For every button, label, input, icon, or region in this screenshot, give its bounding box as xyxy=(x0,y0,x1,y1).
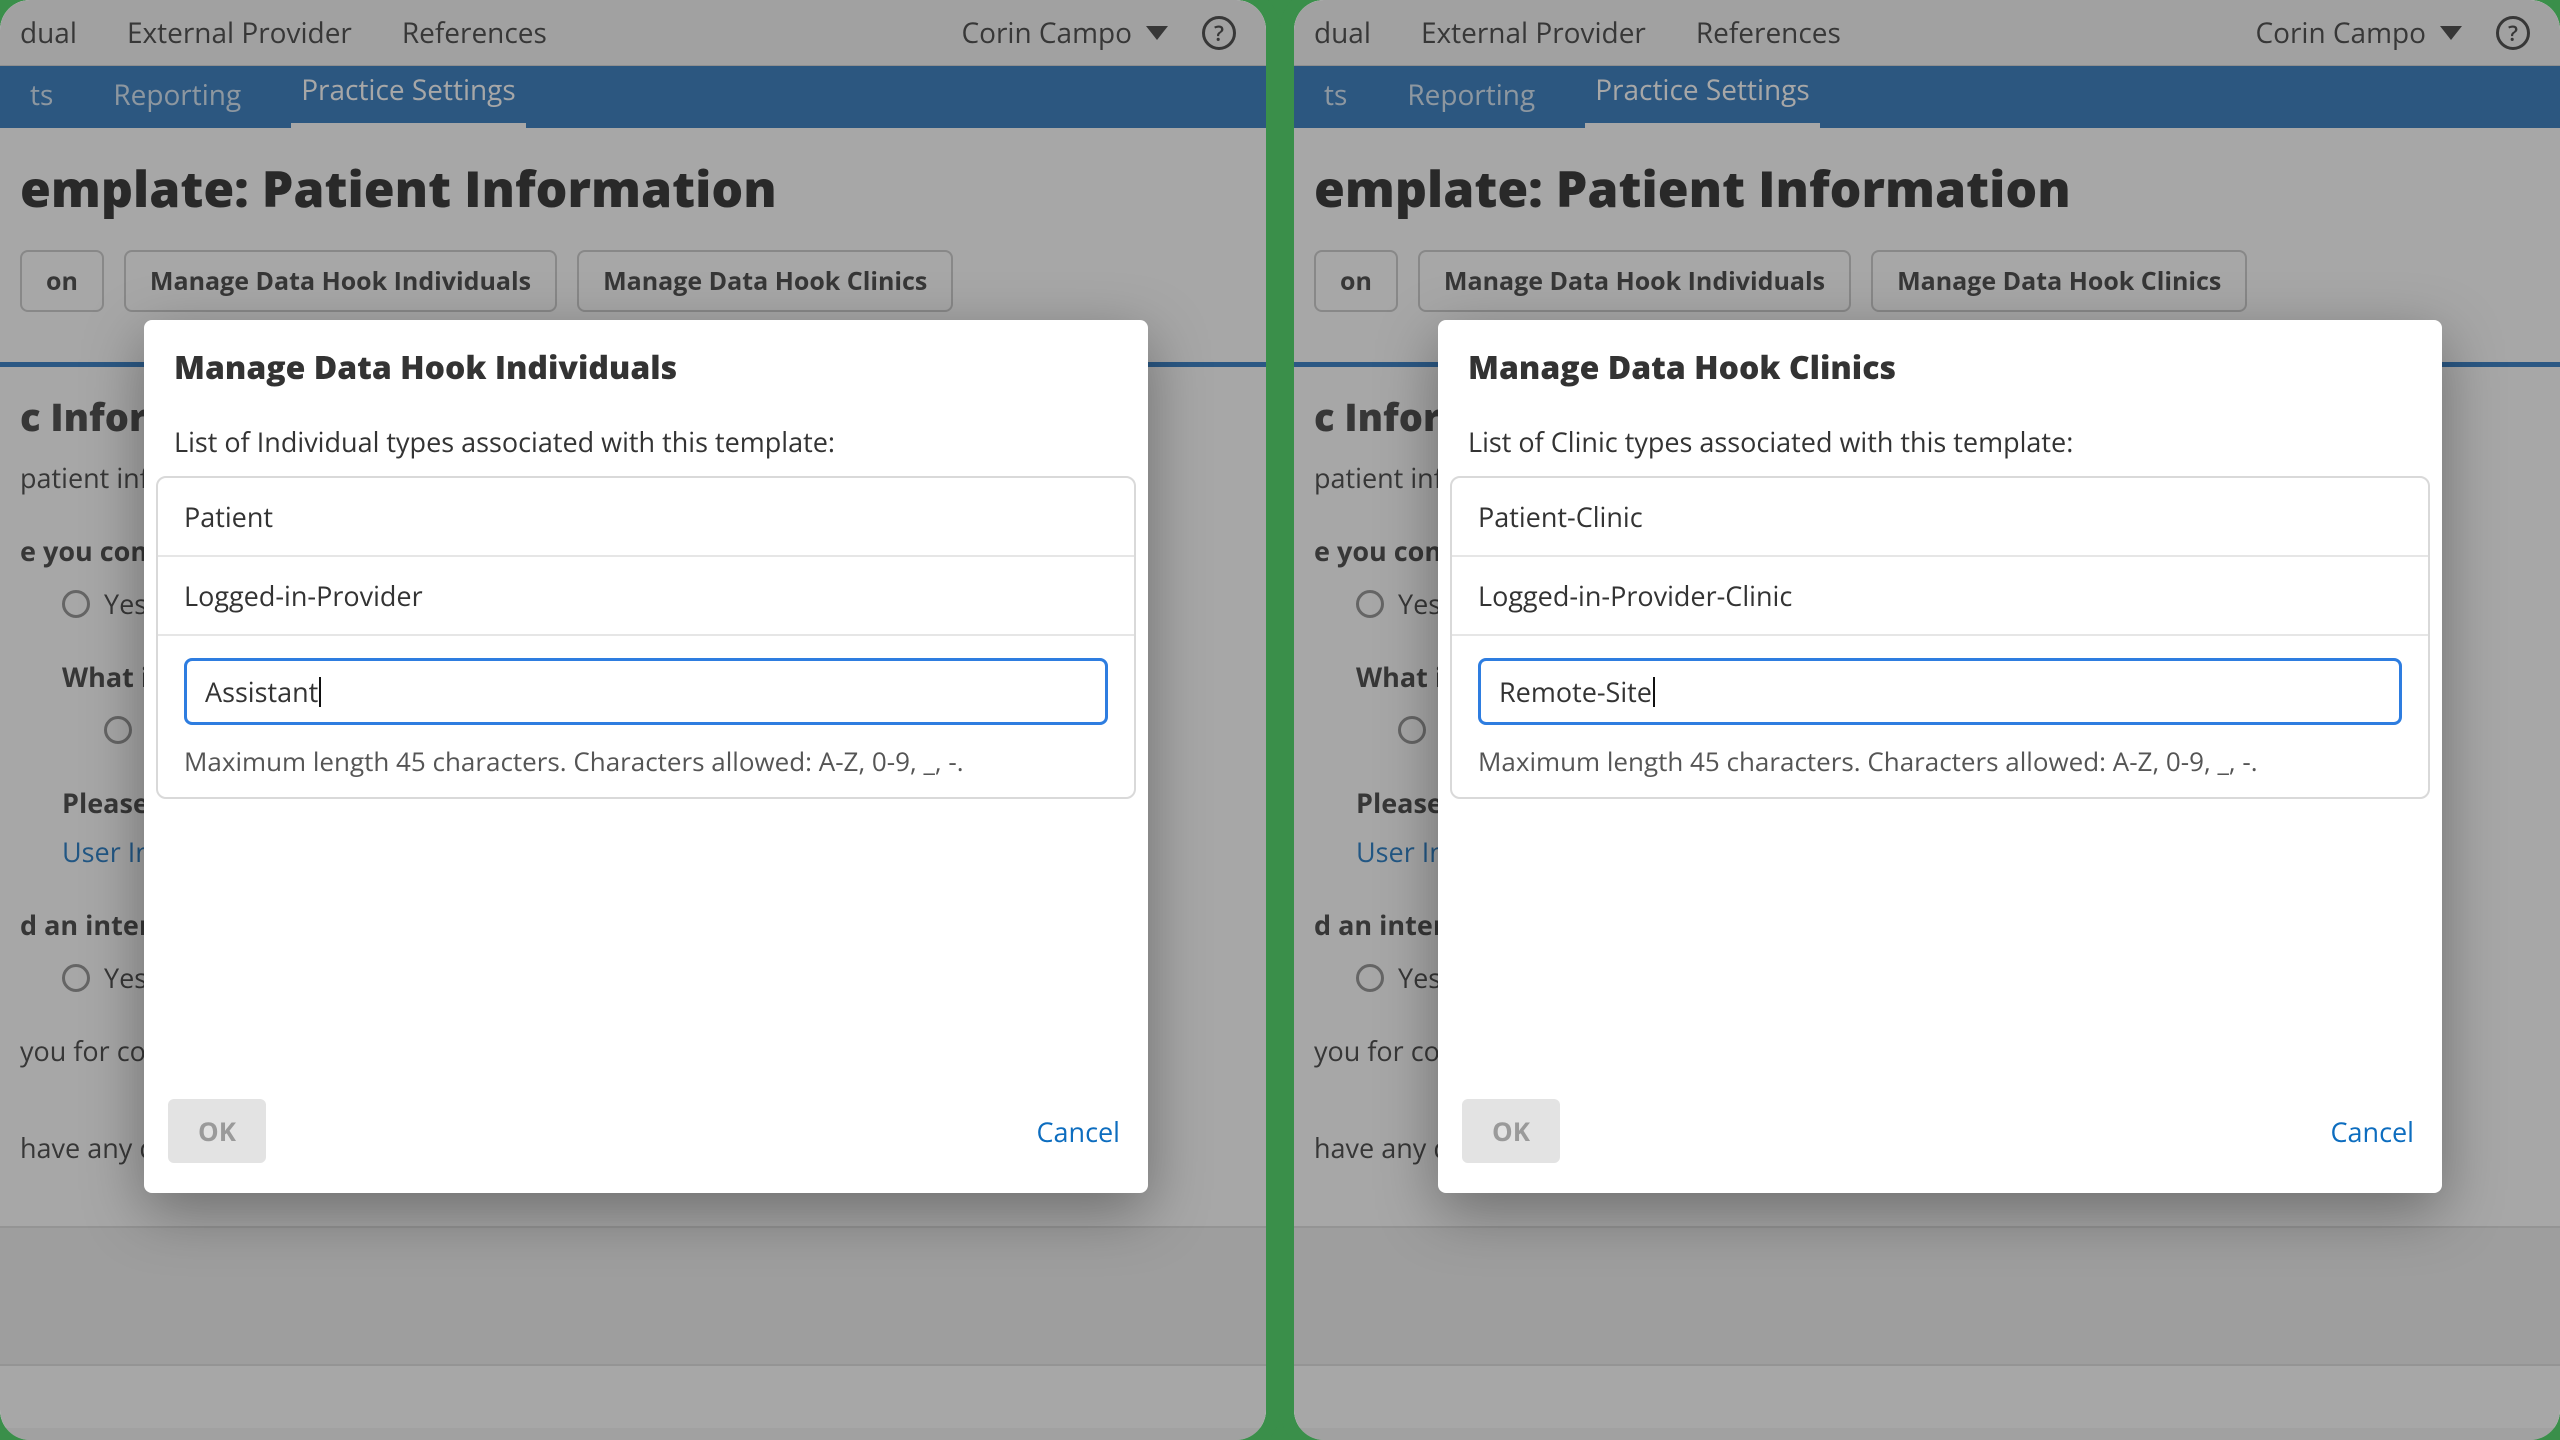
help-icon[interactable]: ? xyxy=(2496,16,2530,50)
chip-row: on Manage Data Hook Individuals Manage D… xyxy=(20,250,1226,312)
topbar-tab[interactable]: dual xyxy=(1314,14,1371,52)
input-value: Remote-Site xyxy=(1499,673,1652,710)
text-caret-icon xyxy=(319,677,321,707)
input-helper: Maximum length 45 characters. Characters… xyxy=(1452,743,2428,797)
caret-down-icon xyxy=(1146,26,1168,40)
topbar-tabs: dual External Provider References xyxy=(20,14,961,52)
user-menu[interactable]: Corin Campo xyxy=(2255,14,2462,52)
radio-option[interactable]: Yes xyxy=(1356,959,1441,996)
caret-down-icon xyxy=(2440,26,2462,40)
input-row: Assistant xyxy=(158,636,1134,743)
footer-strip xyxy=(0,1226,1266,1366)
chip-button[interactable]: Manage Data Hook Individuals xyxy=(124,250,557,312)
type-list: Patient Logged-in-Provider Assistant Max… xyxy=(156,476,1136,799)
radio-option[interactable]: Yes xyxy=(1356,585,1441,622)
input-helper: Maximum length 45 characters. Characters… xyxy=(158,743,1134,797)
nav-item[interactable]: ts xyxy=(1314,62,1357,128)
page-title: emplate: Patient Information xyxy=(20,154,1226,222)
modal-subtitle: List of Clinic types associated with thi… xyxy=(1438,403,2442,476)
text-caret-icon xyxy=(1653,677,1655,707)
manage-individuals-modal: Manage Data Hook Individuals List of Ind… xyxy=(144,320,1148,1193)
app-viewport: dual External Provider References Corin … xyxy=(0,0,1266,1440)
topbar-tabs: dual External Provider References xyxy=(1314,14,2255,52)
modal-subtitle: List of Individual types associated with… xyxy=(144,403,1148,476)
new-type-input[interactable]: Remote-Site xyxy=(1478,658,2402,725)
user-name: Corin Campo xyxy=(2255,14,2426,52)
footer-strip xyxy=(1294,1226,2560,1366)
radio-option[interactable]: Yes xyxy=(62,585,147,622)
radio-option[interactable]: Yes xyxy=(62,959,147,996)
user-name: Corin Campo xyxy=(961,14,1132,52)
modal-actions: OK Cancel xyxy=(1438,799,2442,1185)
radio-icon xyxy=(1356,964,1384,992)
help-icon[interactable]: ? xyxy=(1202,16,1236,50)
chip-button[interactable]: on xyxy=(1314,250,1398,312)
new-type-input[interactable]: Assistant xyxy=(184,658,1108,725)
nav-item[interactable]: ts xyxy=(20,62,63,128)
navbar: ts Reporting Practice Settings xyxy=(1294,66,2560,128)
radio-icon xyxy=(62,590,90,618)
radio-label: Yes xyxy=(1398,959,1441,996)
list-item[interactable]: Patient xyxy=(158,478,1134,557)
app-viewport: dual External Provider References Corin … xyxy=(1294,0,2560,1440)
topbar-tab[interactable]: dual xyxy=(20,14,77,52)
list-item[interactable]: Logged-in-Provider xyxy=(158,557,1134,636)
navbar: ts Reporting Practice Settings xyxy=(0,66,1266,128)
type-list: Patient-Clinic Logged-in-Provider-Clinic… xyxy=(1450,476,2430,799)
topbar: dual External Provider References Corin … xyxy=(1294,0,2560,66)
input-row: Remote-Site xyxy=(1452,636,2428,743)
topbar-tab[interactable]: External Provider xyxy=(127,14,352,52)
user-menu[interactable]: Corin Campo xyxy=(961,14,1168,52)
ok-button: OK xyxy=(1462,1099,1560,1163)
cancel-button[interactable]: Cancel xyxy=(2331,1113,2414,1150)
nav-item-active[interactable]: Practice Settings xyxy=(1585,57,1820,128)
nav-item[interactable]: Reporting xyxy=(103,62,251,128)
ok-button: OK xyxy=(168,1099,266,1163)
modal-title: Manage Data Hook Individuals xyxy=(144,320,1148,403)
radio-icon xyxy=(62,964,90,992)
topbar-tab[interactable]: External Provider xyxy=(1421,14,1646,52)
modal-actions: OK Cancel xyxy=(144,799,1148,1185)
list-item[interactable]: Patient-Clinic xyxy=(1452,478,2428,557)
modal-title: Manage Data Hook Clinics xyxy=(1438,320,2442,403)
chip-button[interactable]: Manage Data Hook Individuals xyxy=(1418,250,1851,312)
chip-row: on Manage Data Hook Individuals Manage D… xyxy=(1314,250,2520,312)
radio-icon xyxy=(1356,590,1384,618)
nav-item[interactable]: Reporting xyxy=(1397,62,1545,128)
radio-icon xyxy=(1398,716,1426,744)
radio-icon xyxy=(104,716,132,744)
input-value: Assistant xyxy=(205,673,318,710)
nav-item-active[interactable]: Practice Settings xyxy=(291,57,526,128)
radio-label: Yes xyxy=(104,959,147,996)
manage-clinics-modal: Manage Data Hook Clinics List of Clinic … xyxy=(1438,320,2442,1193)
radio-label: Yes xyxy=(1398,585,1441,622)
screenshot-left: dual External Provider References Corin … xyxy=(0,0,1266,1440)
page-title: emplate: Patient Information xyxy=(1314,154,2520,222)
cancel-button[interactable]: Cancel xyxy=(1037,1113,1120,1150)
radio-label: Yes xyxy=(104,585,147,622)
topbar-tab[interactable]: References xyxy=(402,14,547,52)
screenshot-right: dual External Provider References Corin … xyxy=(1294,0,2560,1440)
chip-button[interactable]: on xyxy=(20,250,104,312)
chip-button[interactable]: Manage Data Hook Clinics xyxy=(577,250,953,312)
topbar-tab[interactable]: References xyxy=(1696,14,1841,52)
chip-button[interactable]: Manage Data Hook Clinics xyxy=(1871,250,2247,312)
list-item[interactable]: Logged-in-Provider-Clinic xyxy=(1452,557,2428,636)
topbar: dual External Provider References Corin … xyxy=(0,0,1266,66)
